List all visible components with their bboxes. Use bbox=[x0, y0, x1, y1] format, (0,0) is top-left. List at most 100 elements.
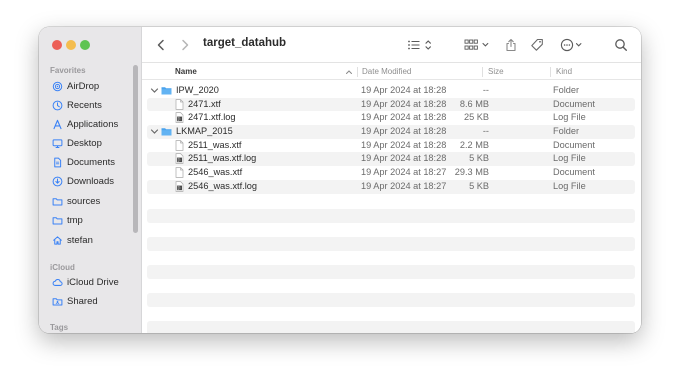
search-button[interactable] bbox=[614, 37, 628, 53]
sidebar-item-downloads[interactable]: Downloads bbox=[51, 173, 114, 189]
search-icon bbox=[615, 39, 627, 51]
disclosure-triangle[interactable] bbox=[150, 84, 159, 97]
column-header-name[interactable]: Name bbox=[175, 67, 197, 76]
sidebar-item-label: tmp bbox=[67, 214, 83, 226]
folder-icon bbox=[161, 126, 172, 137]
sidebar-item-label: Recents bbox=[67, 99, 102, 111]
minimize-window-button[interactable] bbox=[66, 40, 76, 50]
sidebar-section-tags: Tags bbox=[50, 323, 69, 332]
chevron-down-icon bbox=[150, 129, 159, 134]
file-row-2511-was-xtf-log[interactable]: 2511_was.xtf.log 19 Apr 2024 at 18:28 5 … bbox=[147, 152, 635, 167]
sidebar-item-tmp[interactable]: tmp bbox=[51, 212, 83, 228]
group-button[interactable] bbox=[464, 37, 492, 53]
forward-button[interactable] bbox=[178, 37, 192, 53]
close-window-button[interactable] bbox=[52, 40, 62, 50]
sidebar-item-label: stefan bbox=[67, 234, 93, 246]
file-size: 29.3 MB bbox=[454, 167, 489, 178]
chevron-left-icon bbox=[157, 39, 164, 51]
file-size: 2.2 MB bbox=[459, 139, 489, 150]
more-actions-button[interactable] bbox=[560, 37, 586, 53]
file-date: 19 Apr 2024 at 18:27 bbox=[361, 180, 447, 191]
sidebar-item-documents[interactable]: Documents bbox=[51, 154, 115, 170]
sidebar-item-label: Desktop bbox=[67, 137, 102, 149]
sidebar-item-icloud-drive[interactable]: iCloud Drive bbox=[51, 274, 119, 290]
file-kind: Folder bbox=[553, 126, 580, 137]
desktop-icon bbox=[51, 137, 63, 149]
sidebar-scrollbar[interactable] bbox=[133, 65, 138, 233]
clock-icon bbox=[51, 99, 63, 111]
window-title: target_datahub bbox=[203, 37, 287, 49]
log-file-icon bbox=[174, 112, 185, 124]
file-row-ipw-2020[interactable]: IPW_2020 19 Apr 2024 at 18:28 -- Folder bbox=[147, 84, 635, 98]
column-headers: Name Date Modified Size Kind bbox=[142, 63, 641, 80]
folder-icon bbox=[51, 214, 63, 226]
file-size: 5 KB bbox=[469, 153, 489, 164]
file-name: 2511_was.xtf bbox=[188, 139, 242, 150]
sidebar-item-applications[interactable]: Applications bbox=[51, 116, 118, 132]
file-name: 2511_was.xtf.log bbox=[188, 153, 257, 164]
list-view-icon bbox=[408, 40, 431, 50]
folder-icon bbox=[51, 195, 63, 207]
file-size: -- bbox=[482, 85, 489, 95]
empty-row-stripe bbox=[147, 293, 635, 307]
back-button[interactable] bbox=[154, 37, 168, 53]
file-kind: Document bbox=[553, 139, 595, 150]
chevron-down-icon bbox=[150, 88, 159, 93]
file-name: LKMAP_2015 bbox=[176, 126, 233, 137]
file-row-2546-was-xtf-log[interactable]: 2546_was.xtf.log 19 Apr 2024 at 18:27 5 … bbox=[147, 179, 635, 194]
sidebar-item-airdrop[interactable]: AirDrop bbox=[51, 78, 99, 94]
file-kind: Log File bbox=[553, 153, 586, 164]
file-row-2471-xtf-log[interactable]: 2471.xtf.log 19 Apr 2024 at 18:28 25 KB … bbox=[147, 111, 635, 125]
file-name: 2546_was.xtf bbox=[188, 167, 243, 178]
finder-window: Favorites AirDrop Recents Applications D… bbox=[39, 27, 641, 333]
column-divider[interactable] bbox=[357, 67, 358, 77]
sidebar-item-desktop[interactable]: Desktop bbox=[51, 135, 102, 151]
main-pane: target_datahub Name Date Modified Size K… bbox=[142, 27, 641, 333]
grid-icon bbox=[464, 39, 489, 50]
file-row-2471-xtf[interactable]: 2471.xtf 19 Apr 2024 at 18:28 8.6 MB Doc… bbox=[147, 97, 635, 112]
share-button[interactable] bbox=[504, 37, 518, 53]
file-size: 25 KB bbox=[463, 112, 489, 123]
sidebar-item-shared[interactable]: Shared bbox=[51, 293, 98, 309]
file-date: 19 Apr 2024 at 18:28 bbox=[361, 139, 447, 150]
file-row-2546-was-xtf[interactable]: 2546_was.xtf 19 Apr 2024 at 18:27 29.3 M… bbox=[147, 166, 635, 180]
column-header-date[interactable]: Date Modified bbox=[362, 67, 411, 76]
document-icon bbox=[51, 156, 63, 168]
sidebar: Favorites AirDrop Recents Applications D… bbox=[39, 27, 142, 333]
sidebar-item-label: Downloads bbox=[67, 175, 114, 187]
file-date: 19 Apr 2024 at 18:28 bbox=[361, 153, 447, 164]
column-divider[interactable] bbox=[482, 67, 483, 77]
sidebar-item-label: Applications bbox=[67, 118, 119, 130]
file-row-lkmap-2015[interactable]: LKMAP_2015 19 Apr 2024 at 18:28 -- Folde… bbox=[147, 125, 635, 139]
shared-folder-icon bbox=[51, 295, 63, 307]
file-name: 2471.xtf bbox=[188, 98, 221, 109]
view-mode-button[interactable] bbox=[406, 37, 436, 53]
sidebar-item-stefan[interactable]: stefan bbox=[51, 232, 93, 248]
file-row-2511-was-xtf[interactable]: 2511_was.xtf 19 Apr 2024 at 18:28 2.2 MB… bbox=[147, 139, 635, 153]
applications-icon bbox=[51, 118, 63, 130]
sidebar-item-sources[interactable]: sources bbox=[51, 193, 100, 209]
disclosure-triangle[interactable] bbox=[150, 125, 159, 138]
file-kind: Folder bbox=[553, 85, 580, 95]
column-header-size[interactable]: Size bbox=[488, 67, 504, 76]
share-icon bbox=[506, 38, 516, 52]
sidebar-section-favorites: Favorites bbox=[50, 66, 86, 75]
file-name: 2471.xtf.log bbox=[188, 112, 236, 123]
column-divider[interactable] bbox=[550, 67, 551, 77]
tag-button[interactable] bbox=[530, 37, 544, 53]
sidebar-item-recents[interactable]: Recents bbox=[51, 97, 102, 113]
sidebar-section-icloud: iCloud bbox=[50, 263, 75, 272]
sidebar-item-label: AirDrop bbox=[67, 80, 100, 92]
document-file-icon bbox=[174, 98, 185, 110]
airdrop-icon bbox=[51, 80, 63, 92]
ellipsis-circle-icon bbox=[560, 38, 582, 52]
file-size: -- bbox=[482, 126, 489, 137]
column-header-kind[interactable]: Kind bbox=[556, 67, 572, 76]
file-name: IPW_2020 bbox=[176, 85, 219, 95]
sidebar-item-label: Shared bbox=[67, 295, 98, 307]
file-kind: Document bbox=[553, 98, 595, 109]
empty-row-stripe bbox=[147, 237, 635, 251]
file-size: 8.6 MB bbox=[459, 98, 489, 109]
file-size: 5 KB bbox=[469, 180, 489, 191]
zoom-window-button[interactable] bbox=[80, 40, 90, 50]
